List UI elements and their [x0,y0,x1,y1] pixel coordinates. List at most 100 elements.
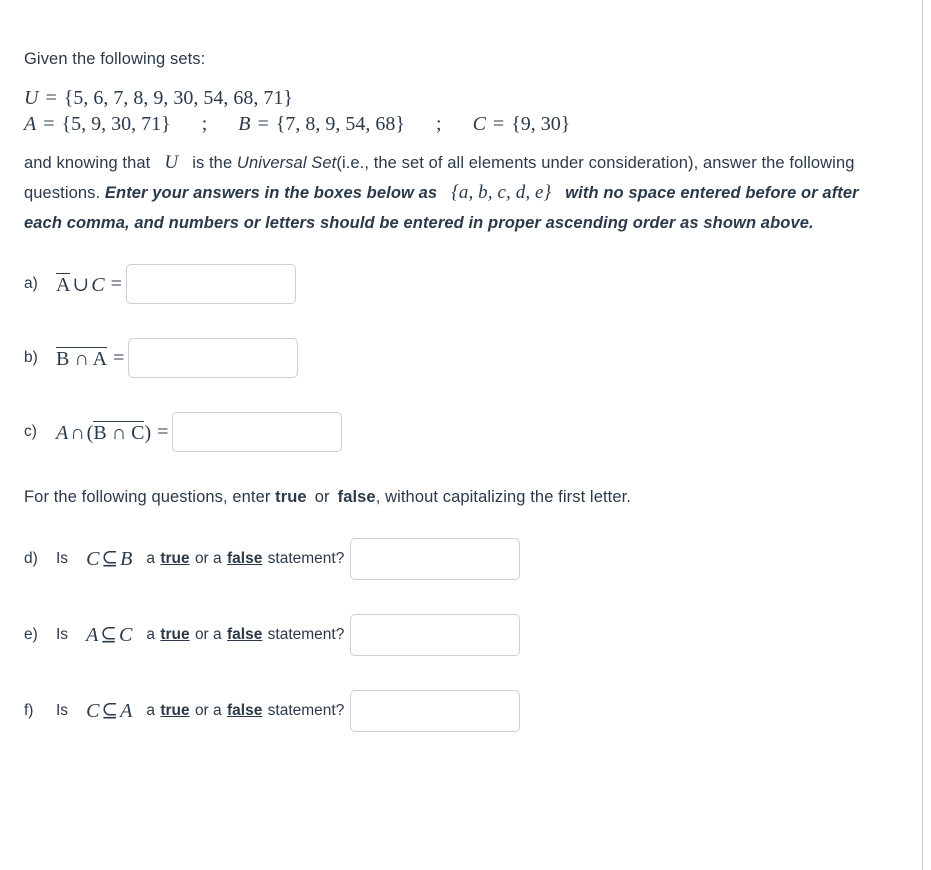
set-b-name: B [238,113,251,135]
question-label-c: c) [24,423,37,440]
page-content: Given the following sets: U = {5, 6, 7, … [0,0,922,732]
tf-sentence-e: a true or a false statement? [146,626,350,644]
relation-left-e: A [86,624,99,646]
universal-set-open-brace: { [63,87,74,109]
tf-note-or: or [314,488,330,506]
set-a-operand-c: A [56,422,69,444]
equals-sign-a: = [110,273,122,295]
set-b-close-brace: } [395,113,405,135]
relation-expression-f: C ⊆ A [78,701,146,721]
tf-true-d: true [160,550,190,567]
instructions-part-1: and knowing that [24,154,151,172]
tf-article-1-e: a [146,626,156,643]
question-expression-c: A ∩ (B ∩ C) [56,421,151,443]
tf-or-e: or [194,626,209,643]
is-word-e: Is [56,626,69,643]
tf-false-d: false [226,550,263,567]
complement-group-c: B ∩ C [93,422,145,444]
relation-left-d: C [86,548,100,570]
tf-note-part-2: , without capitalizing the first letter. [375,488,631,506]
question-row-f: f) Is C ⊆ A a true or a false statement? [24,690,898,732]
set-c-elements: 9, 30 [520,113,561,135]
universal-set-close-brace: } [283,87,293,109]
universal-set-phrase: Universal Set [236,154,337,172]
set-a-close-brace: } [161,113,171,135]
universal-set-elements: 5, 6, 7, 8, 9, 30, 54, 68, 71 [73,87,284,109]
question-row-c: c) A ∩ (B ∩ C) = [24,412,898,452]
tf-sentence-d: a true or a false statement? [146,550,350,568]
tf-false-f: false [226,702,263,719]
tf-false-e: false [226,626,263,643]
tf-note-true: true [275,488,307,506]
is-word-f: Is [56,702,69,719]
set-b-open-brace: { [275,113,286,135]
relation-expression-e: A ⊆ C [78,625,146,645]
question-label-a: a) [24,275,38,292]
set-a-equals: = [43,113,55,135]
tf-article-2-e: a [213,626,222,643]
tf-statement-f: statement? [267,702,345,719]
true-false-note: For the following questions, enter true o… [24,482,898,512]
set-a-open-brace: { [61,113,72,135]
set-a-elements: 5, 9, 30, 71 [71,113,162,135]
tf-true-e: true [160,626,190,643]
complement-group-b: B ∩ A [56,348,108,370]
separator-2: ; [436,113,442,135]
answer-input-c[interactable] [172,412,343,452]
paren-open-c: ( [86,422,94,444]
tf-true-f: true [160,702,190,719]
tf-sentence-f: a true or a false statement? [146,702,350,720]
set-c-close-brace: } [560,113,571,135]
relation-left-f: C [86,700,100,722]
universal-set-definition: U = {5, 6, 7, 8, 9, 30, 54, 68, 71} [24,88,898,108]
subset-operator-e: ⊆ [100,624,118,646]
instructions-part-2: is the [192,154,233,172]
set-b-elements: 7, 8, 9, 54, 68 [285,113,396,135]
tf-note-false: false [337,488,376,506]
instructions-bold-part-1: Enter your answers in the boxes below as [104,184,438,202]
format-example: {a, b, c, d, e} [451,182,552,203]
tf-article-1-d: a [146,550,156,567]
question-page: Given the following sets: U = {5, 6, 7, … [0,0,923,870]
question-label-d: d) [24,550,38,567]
question-expression-b: B ∩ A [56,347,108,370]
question-label-e: e) [24,626,38,643]
relation-expression-d: C ⊆ B [78,549,146,569]
tf-article-1-f: a [146,702,156,719]
tf-article-2-f: a [213,702,222,719]
separator-1: ; [201,113,208,135]
union-operator-a: ∪ [72,274,90,296]
set-a-name: A [24,113,37,135]
tf-article-2-d: a [213,550,222,567]
instructions-paragraph: and knowing that Uis the Universal Set(i.… [24,148,898,238]
answer-input-b[interactable] [128,338,299,378]
relation-right-e: C [119,624,133,646]
lead-text: Given the following sets: [24,50,206,68]
question-row-e: e) Is A ⊆ C a true or a false statement? [24,614,898,656]
answer-input-f[interactable] [350,690,521,732]
subset-operator-f: ⊆ [101,700,119,722]
set-c-equals: = [492,113,505,135]
equals-sign-b: = [113,347,125,369]
relation-right-f: A [120,700,133,722]
set-c-open-brace: { [511,113,521,135]
set-c-name: C [472,113,486,135]
tf-note-part-1: For the following questions, enter [24,488,271,506]
answer-input-e[interactable] [350,614,521,656]
answer-input-a[interactable] [125,264,296,304]
tf-or-f: or [194,702,209,719]
set-c-operand-a: C [91,274,105,296]
question-expression-a: A ∪ C [56,273,105,295]
question-label-f: f) [24,702,34,719]
paren-close-c: ) [144,422,152,444]
answer-input-d[interactable] [350,538,521,580]
tf-statement-e: statement? [267,626,345,643]
question-row-d: d) Is C ⊆ B a true or a false statement? [24,538,898,580]
question-label-b: b) [24,349,38,366]
tf-or-d: or [194,550,209,567]
sets-definition-line: A = {5, 9, 30, 71} ; B = {7, 8, 9, 54, 6… [24,114,898,134]
is-word-d: Is [56,550,69,567]
universal-symbol: U [164,152,179,173]
relation-right-d: B [120,548,133,570]
equals-sign-c: = [157,421,169,443]
